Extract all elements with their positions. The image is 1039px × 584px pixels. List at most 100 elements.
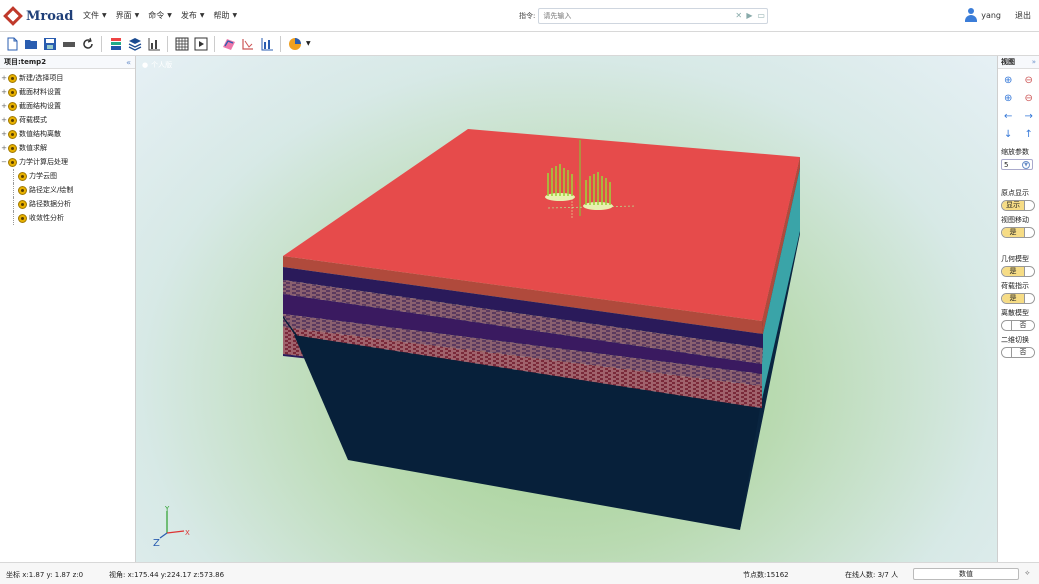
pie-chart-icon[interactable]	[287, 36, 302, 51]
expand-icon[interactable]: +	[0, 116, 8, 124]
view-panel-title: 视图	[1001, 58, 1015, 66]
discrete-toggle-group: 离散模型 否	[998, 308, 1039, 331]
tree-item-convergence[interactable]: 收敛性分析	[0, 211, 135, 225]
view-buttons: ⊕ ⊖ ⊕ ⊖ ← → ↓ ↑	[998, 69, 1039, 141]
caret-down-icon[interactable]: ▼	[306, 40, 311, 47]
logo-icon	[3, 6, 23, 26]
tree-item-section-material[interactable]: + 截面材料设置	[0, 85, 135, 99]
menu-file[interactable]: 文件 ▼	[83, 10, 107, 21]
refresh-icon[interactable]	[80, 36, 95, 51]
expand-icon[interactable]: +	[0, 144, 8, 152]
zoom-reset-icon[interactable]: ⊖	[1022, 91, 1036, 105]
expand-icon[interactable]: +	[0, 130, 8, 138]
command-input[interactable]	[539, 9, 720, 23]
view-panel: 视图 » ⊕ ⊖ ⊕ ⊖ ← → ↓ ↑ 缩放参数 5 ▼ 原点显示 显示 视图…	[997, 56, 1039, 562]
origin-toggle-group: 原点显示 显示	[998, 188, 1039, 211]
zoom-in-icon[interactable]: ⊕	[1001, 73, 1015, 87]
tree-item-path-define[interactable]: 路径定义/绘制	[0, 183, 135, 197]
origin-display-toggle[interactable]: 显示	[1001, 200, 1035, 211]
zoom-fit-icon[interactable]: ⊕	[1001, 91, 1015, 105]
node-count: 节点数:15162	[743, 571, 789, 579]
app-logo[interactable]: Mroad	[3, 6, 74, 26]
tree-item-discretization[interactable]: + 数值结构离散	[0, 127, 135, 141]
pan-down-icon[interactable]: ↓	[1001, 127, 1015, 141]
tree-item-load-mode[interactable]: + 荷载模式	[0, 113, 135, 127]
2d-toggle-group: 二维切换 否	[998, 335, 1039, 358]
caret-down-icon: ▼	[167, 12, 172, 19]
project-tree: + 新建/选择项目 + 截面材料设置 + 截面结构设置 + 荷载模式 + 数值结构离散 +…	[0, 69, 135, 225]
geometry-toggle-group: 几何模型 是	[998, 254, 1039, 277]
tree-item-solve[interactable]: + 数值求解	[0, 141, 135, 155]
analysis-chart-icon[interactable]	[259, 36, 274, 51]
collapse-left-button[interactable]: «	[126, 58, 131, 67]
panel-icon[interactable]: ▭	[757, 11, 765, 20]
play-icon[interactable]	[193, 36, 208, 51]
zoom-param-select[interactable]: 5 ▼	[1001, 159, 1033, 170]
collapse-right-button[interactable]: »	[1032, 58, 1036, 66]
main-menu: 文件 ▼ 界面 ▼ 命令 ▼ 发布 ▼ 帮助 ▼	[83, 10, 237, 21]
tree-item-contour[interactable]: 力学云图	[0, 169, 135, 183]
3d-viewport[interactable]: ● 个人版 Y X Z	[136, 56, 997, 562]
tree-item-postprocess[interactable]: − 力学计算后处理	[0, 155, 135, 169]
caret-down-icon: ▼	[134, 12, 140, 19]
caret-down-icon: ▼	[232, 12, 238, 19]
toolbar-separator	[101, 35, 102, 52]
keyboard-icon[interactable]	[61, 36, 76, 51]
view-move-toggle-group: 视图移动 是	[998, 215, 1039, 238]
pan-left-icon[interactable]: ←	[1001, 109, 1015, 123]
toolbar-separator	[214, 35, 215, 52]
zoom-param-label: 缩放参数	[1001, 148, 1029, 156]
value-box[interactable]: 数值	[913, 568, 1019, 580]
toolbar: ▼	[0, 32, 1039, 56]
menu-interface[interactable]: 界面 ▼	[116, 10, 140, 21]
node-icon	[8, 87, 17, 97]
chevron-down-icon: ▼	[1022, 160, 1030, 169]
contour-icon[interactable]	[221, 36, 236, 51]
expand-icon[interactable]: +	[0, 88, 8, 96]
mesh-icon[interactable]	[174, 36, 189, 51]
2d-switch-toggle[interactable]: 否	[1001, 347, 1035, 358]
menu-help[interactable]: 帮助 ▼	[214, 10, 238, 21]
project-panel: 项目:temp2 « + 新建/选择项目 + 截面材料设置 + 截面结构设置 + 荷载模…	[0, 56, 136, 562]
tree-item-section-structure[interactable]: + 截面结构设置	[0, 99, 135, 113]
open-folder-icon[interactable]	[23, 36, 38, 51]
expand-icon[interactable]: +	[0, 74, 8, 82]
axis-z-label: Z	[153, 538, 160, 549]
user-name[interactable]: yang	[981, 11, 1001, 20]
layer-stack-icon[interactable]	[108, 36, 123, 51]
clear-icon[interactable]: ✕	[735, 11, 742, 20]
path-icon[interactable]	[240, 36, 255, 51]
user-area: yang 退出	[965, 8, 1031, 22]
axis-y-label: Y	[164, 505, 170, 513]
new-file-icon[interactable]	[4, 36, 19, 51]
menu-command[interactable]: 命令 ▼	[148, 10, 172, 21]
top-bar: Mroad 文件▼ 界面▼ 命令▼ 发布▼ 帮助▼ 指令: ✕ ▶ ▭ yang…	[0, 0, 1039, 32]
user-icon	[965, 8, 978, 22]
tree-item-new-project[interactable]: + 新建/选择项目	[0, 71, 135, 85]
pan-up-icon[interactable]: ↑	[1022, 127, 1036, 141]
geometry-model-toggle[interactable]: 是	[1001, 266, 1035, 277]
save-icon[interactable]	[42, 36, 57, 51]
menu-publish[interactable]: 发布 ▼	[181, 10, 205, 21]
zoom-out-icon[interactable]: ⊖	[1022, 73, 1036, 87]
discrete-model-toggle[interactable]: 否	[1001, 320, 1035, 331]
toolbar-separator	[280, 35, 281, 52]
expand-icon[interactable]: +	[0, 102, 8, 110]
load-indicator-toggle[interactable]: 是	[1001, 293, 1035, 304]
logo-text: Mroad	[26, 8, 74, 24]
tree-item-path-data[interactable]: 路径数据分析	[0, 197, 135, 211]
view-move-toggle[interactable]: 是	[1001, 227, 1035, 238]
status-bar: 坐标 x:1.87 y: 1.87 z:0 视角: x:175.44 y:224…	[0, 562, 1039, 584]
logout-button[interactable]: 退出	[1015, 10, 1031, 21]
settings-icon[interactable]: ⟡	[1025, 569, 1030, 578]
node-icon	[8, 143, 17, 153]
pan-right-icon[interactable]: →	[1022, 109, 1036, 123]
layers-icon[interactable]	[127, 36, 142, 51]
view-angle: 视角: x:175.44 y:224.17 z:573.86	[109, 571, 225, 579]
node-icon	[8, 157, 17, 167]
run-icon[interactable]: ▶	[746, 11, 752, 20]
node-icon	[18, 185, 27, 195]
bar-chart-icon[interactable]	[146, 36, 161, 51]
axis-gizmo: Y X Z	[153, 505, 190, 549]
collapse-icon[interactable]: −	[0, 158, 8, 166]
